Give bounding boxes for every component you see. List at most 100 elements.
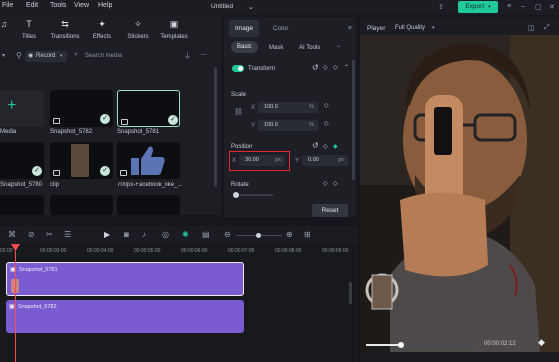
zoom-slider[interactable] xyxy=(236,233,282,238)
crop-icon[interactable]: ⊘ xyxy=(28,230,35,239)
close-icon[interactable]: ✕ xyxy=(549,3,555,11)
split-icon[interactable]: ⌘ xyxy=(8,230,16,239)
playback-progress[interactable] xyxy=(366,342,476,348)
marker-icon[interactable]: ◙ xyxy=(124,230,129,239)
keyframe-active-icon[interactable]: ◆ xyxy=(333,143,338,150)
list-icon[interactable]: ☰ xyxy=(64,230,71,239)
snapshot-icon[interactable]: ◫ xyxy=(528,24,535,32)
chevron-up-icon[interactable]: ⌃ xyxy=(336,45,341,52)
stickers-icon: ✧ xyxy=(134,19,142,29)
transform-toggle[interactable] xyxy=(232,65,244,72)
fullscreen-icon[interactable]: ⤢ xyxy=(544,24,550,32)
subtab-basic[interactable]: Basic xyxy=(231,41,258,53)
media-thumb-row3-3[interactable] xyxy=(117,195,180,215)
snap-icon[interactable]: ✺ xyxy=(182,230,189,239)
media-thumb-clip[interactable]: ✓ xyxy=(50,142,113,179)
menu-file[interactable]: File xyxy=(2,2,13,9)
panel-expand-icon[interactable]: ≡ xyxy=(348,25,352,32)
keyframe-nav-icon[interactable]: ◇ xyxy=(333,180,338,187)
tool-transitions[interactable]: ⇆ Transitions xyxy=(49,19,81,40)
zoom-in-icon[interactable]: ⊕ xyxy=(286,230,293,239)
media-thumb-snapshot-5782[interactable]: ✓ xyxy=(50,90,113,127)
chevron-up-icon[interactable]: ⌃ xyxy=(344,64,349,71)
menu-help[interactable]: Help xyxy=(98,2,112,9)
sort-icon[interactable]: ⏚ xyxy=(184,51,191,61)
media-scrollbar[interactable] xyxy=(214,67,217,187)
minimize-icon[interactable]: – xyxy=(521,3,525,10)
timeline-clip-snapshot-5782[interactable]: ▣ Snapshot_5782 xyxy=(6,300,244,333)
more-icon[interactable]: ⋯ xyxy=(200,51,207,59)
ruler-tick: 00:00:08:00 xyxy=(275,248,302,254)
toggle-knob xyxy=(238,66,243,71)
tab-color[interactable]: Color xyxy=(273,25,289,32)
zoom-out-icon[interactable]: ⊖ xyxy=(224,230,231,239)
quality-dropdown[interactable]: Full Quality ▾ xyxy=(395,23,441,34)
media-thumb-snapshot-5781[interactable]: ✓ xyxy=(117,90,180,127)
tool-effects[interactable]: ✦ Effects xyxy=(86,19,118,40)
record-icon: ◉ xyxy=(28,53,34,59)
slider-knob[interactable] xyxy=(233,192,239,198)
video-frame-image xyxy=(360,35,559,352)
keyframe-icon[interactable]: ◇ xyxy=(324,120,329,127)
keyframe-add-icon[interactable]: ◇ xyxy=(323,64,328,71)
keyframe-add-icon[interactable]: ◇ xyxy=(323,143,328,150)
zoom-knob[interactable] xyxy=(256,233,261,238)
progress-fill xyxy=(366,344,400,346)
ruler-tick-partial: 02:00 xyxy=(0,248,13,254)
filter-dropdown-icon[interactable]: ▾ xyxy=(2,52,5,59)
record-dropdown[interactable]: ◉ Record ▾ xyxy=(25,51,67,62)
position-y-input[interactable]: 0.00 px xyxy=(302,155,348,166)
cut-icon[interactable]: ✂ xyxy=(46,230,53,239)
link-icon[interactable]: ⛓ xyxy=(234,108,243,116)
subtab-mask[interactable]: Mask xyxy=(269,45,283,51)
menu-bar: File Edit Tools View Help Untitled ⌄ ⇪ E… xyxy=(0,0,559,15)
reset-icon[interactable]: ↺ xyxy=(312,63,319,72)
rotate-slider[interactable] xyxy=(233,192,273,198)
render-icon[interactable]: ▤ xyxy=(202,230,210,239)
timeline-scrollbar[interactable] xyxy=(349,282,352,304)
menu-icon[interactable]: ≡ xyxy=(507,3,511,10)
reset-icon[interactable]: ↺ xyxy=(312,141,319,150)
props-scrollbar[interactable] xyxy=(352,60,355,180)
upload-icon[interactable]: ⇪ xyxy=(438,3,444,11)
video-preview[interactable] xyxy=(360,35,559,352)
microphone-icon[interactable]: ♪ xyxy=(142,230,146,239)
ruler-tick: 00:00:06:00 xyxy=(181,248,208,254)
playhead[interactable] xyxy=(15,244,16,362)
progress-knob[interactable] xyxy=(398,342,404,348)
media-library: + Media ✓ Snapshot_5782 ✓ Snapshot_5781 … xyxy=(0,65,221,215)
reset-button[interactable]: Reset xyxy=(312,204,348,217)
media-thumb-row3-2[interactable] xyxy=(50,195,113,215)
position-x-input[interactable]: 30.00 px xyxy=(239,155,285,166)
media-thumb-row3-1[interactable] xyxy=(0,195,44,215)
player-timecode: 00:00:02:12 xyxy=(484,341,516,347)
subtab-ai-tools[interactable]: AI Tools xyxy=(299,45,320,51)
tool-stickers[interactable]: ✧ Stickers xyxy=(122,19,154,40)
keyframe-icon[interactable]: ◇ xyxy=(324,102,329,109)
title-dropdown-icon[interactable]: ⌄ xyxy=(248,3,254,11)
scale-x-input[interactable]: 100.0% xyxy=(258,102,318,113)
keyframe-add-icon[interactable]: ◇ xyxy=(323,180,328,187)
transform-label: Transform xyxy=(248,66,276,72)
keyframe-nav-icon[interactable]: ◇ xyxy=(333,64,338,71)
search-input[interactable]: ⌕ Search media xyxy=(72,51,176,62)
menu-edit[interactable]: Edit xyxy=(26,2,38,9)
filter-icon[interactable]: ⚲ xyxy=(16,51,22,60)
grid-icon[interactable]: ⊞ xyxy=(304,230,311,239)
menu-view[interactable]: View xyxy=(74,2,89,9)
player-label: Player xyxy=(367,25,386,32)
play-icon[interactable]: ▶ xyxy=(104,230,110,239)
tool-templates[interactable]: ▣ Templates xyxy=(158,19,190,40)
export-button[interactable]: Export ▾ xyxy=(458,1,498,13)
window-title: Untitled xyxy=(211,3,234,10)
timeline-clip-snapshot-5781[interactable]: ▣ Snapshot_5781 xyxy=(6,262,244,296)
scale-y-input[interactable]: 100.0% xyxy=(258,120,318,131)
import-media-tile[interactable]: + xyxy=(0,90,44,127)
media-thumb-snapshot-5780[interactable]: ✓ xyxy=(0,142,44,179)
tab-image[interactable]: Image xyxy=(229,20,259,37)
tool-titles[interactable]: T Titles xyxy=(13,19,45,40)
media-thumb-facebook-like[interactable] xyxy=(117,142,180,179)
voice-icon[interactable]: ◎ xyxy=(162,230,169,239)
maximize-icon[interactable]: ▢ xyxy=(535,3,542,11)
menu-tools[interactable]: Tools xyxy=(50,2,66,9)
